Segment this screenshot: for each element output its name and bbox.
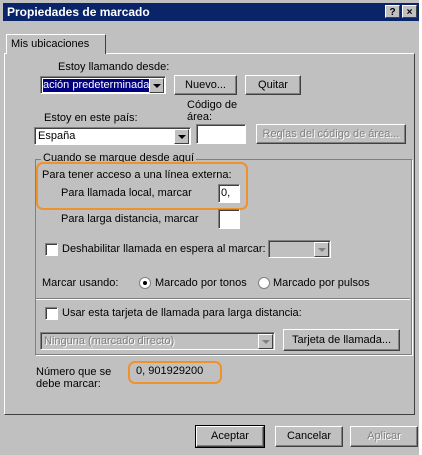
area-code-rules-button[interactable]: Reglas del código de área... — [256, 124, 406, 144]
tab-mis-ubicaciones[interactable]: Mis ubicaciones — [6, 34, 106, 54]
number-to-dial-value: 0, 901929200 — [136, 365, 204, 377]
long-distance-label: Para larga distancia, marcar — [61, 213, 199, 225]
outside-line-label: Para tener acceso a una línea externa: — [42, 169, 232, 181]
location-label: Estoy llamando desde: — [58, 61, 170, 73]
help-button[interactable]: ? — [385, 5, 400, 18]
long-distance-input[interactable] — [218, 209, 240, 229]
location-select[interactable]: ación predeterminada — [40, 76, 166, 94]
area-code-input[interactable] — [196, 124, 246, 144]
calling-card-button[interactable]: Tarjeta de llamada... — [283, 329, 400, 351]
chevron-down-icon — [318, 248, 326, 252]
close-button[interactable]: × — [402, 5, 417, 18]
apply-button[interactable]: Aplicar — [350, 426, 418, 447]
calling-card-label: Usar esta tarjeta de llamada para larga … — [62, 307, 302, 319]
new-location-button[interactable]: Nuevo... — [174, 75, 237, 95]
number-label-2: debe marcar: — [36, 378, 101, 390]
local-dial-value: 0, — [221, 187, 231, 199]
country-select[interactable]: España — [34, 127, 191, 145]
location-dropdown-button[interactable] — [149, 78, 164, 93]
tab-label: Mis ubicaciones — [11, 38, 90, 50]
call-waiting-select[interactable] — [268, 240, 331, 258]
tone-dialing-label: Marcado por tonos — [155, 277, 247, 289]
number-label-1: Número que se — [36, 366, 112, 378]
area-code-label-1: Código de — [187, 99, 238, 111]
country-label: Estoy en este país: — [44, 112, 138, 124]
accept-button[interactable]: Aceptar — [195, 425, 265, 448]
pulse-dialing-radio[interactable] — [258, 277, 270, 289]
location-select-value: ación predeterminada — [43, 79, 149, 92]
window-title: Propiedades de marcado — [7, 5, 150, 19]
dial-using-label: Marcar usando: — [42, 277, 119, 289]
call-waiting-label: Deshabilitar llamada en espera al marcar… — [62, 243, 266, 255]
calling-card-checkbox[interactable] — [45, 307, 58, 320]
calling-card-select[interactable]: Ninguna (marcado directo) — [40, 332, 275, 350]
calling-card-dropdown-button[interactable] — [258, 334, 273, 349]
pulse-dialing-label: Marcado por pulsos — [273, 277, 370, 289]
local-dial-label: Para llamada local, marcar — [61, 187, 192, 199]
country-select-value: España — [38, 130, 76, 142]
remove-location-button[interactable]: Quitar — [245, 75, 301, 95]
area-code-label-2: área: — [187, 111, 213, 123]
local-dial-input[interactable]: 0, — [218, 184, 240, 203]
cancel-button[interactable]: Cancelar — [275, 426, 343, 447]
chevron-down-icon — [178, 135, 186, 139]
radio-selected-dot — [143, 281, 147, 285]
calling-card-value: Ninguna (marcado directo) — [44, 335, 175, 347]
call-waiting-dropdown-button[interactable] — [314, 242, 329, 257]
dialog-window: Propiedades de marcado ? × Mis ubicacion… — [0, 0, 419, 455]
call-waiting-checkbox[interactable] — [45, 243, 58, 256]
chevron-down-icon — [153, 84, 161, 88]
separator — [36, 298, 410, 300]
title-bar[interactable]: Propiedades de marcado ? × — [3, 3, 419, 21]
country-dropdown-button[interactable] — [174, 129, 189, 144]
tone-dialing-radio[interactable] — [139, 277, 151, 289]
chevron-down-icon — [262, 340, 270, 344]
